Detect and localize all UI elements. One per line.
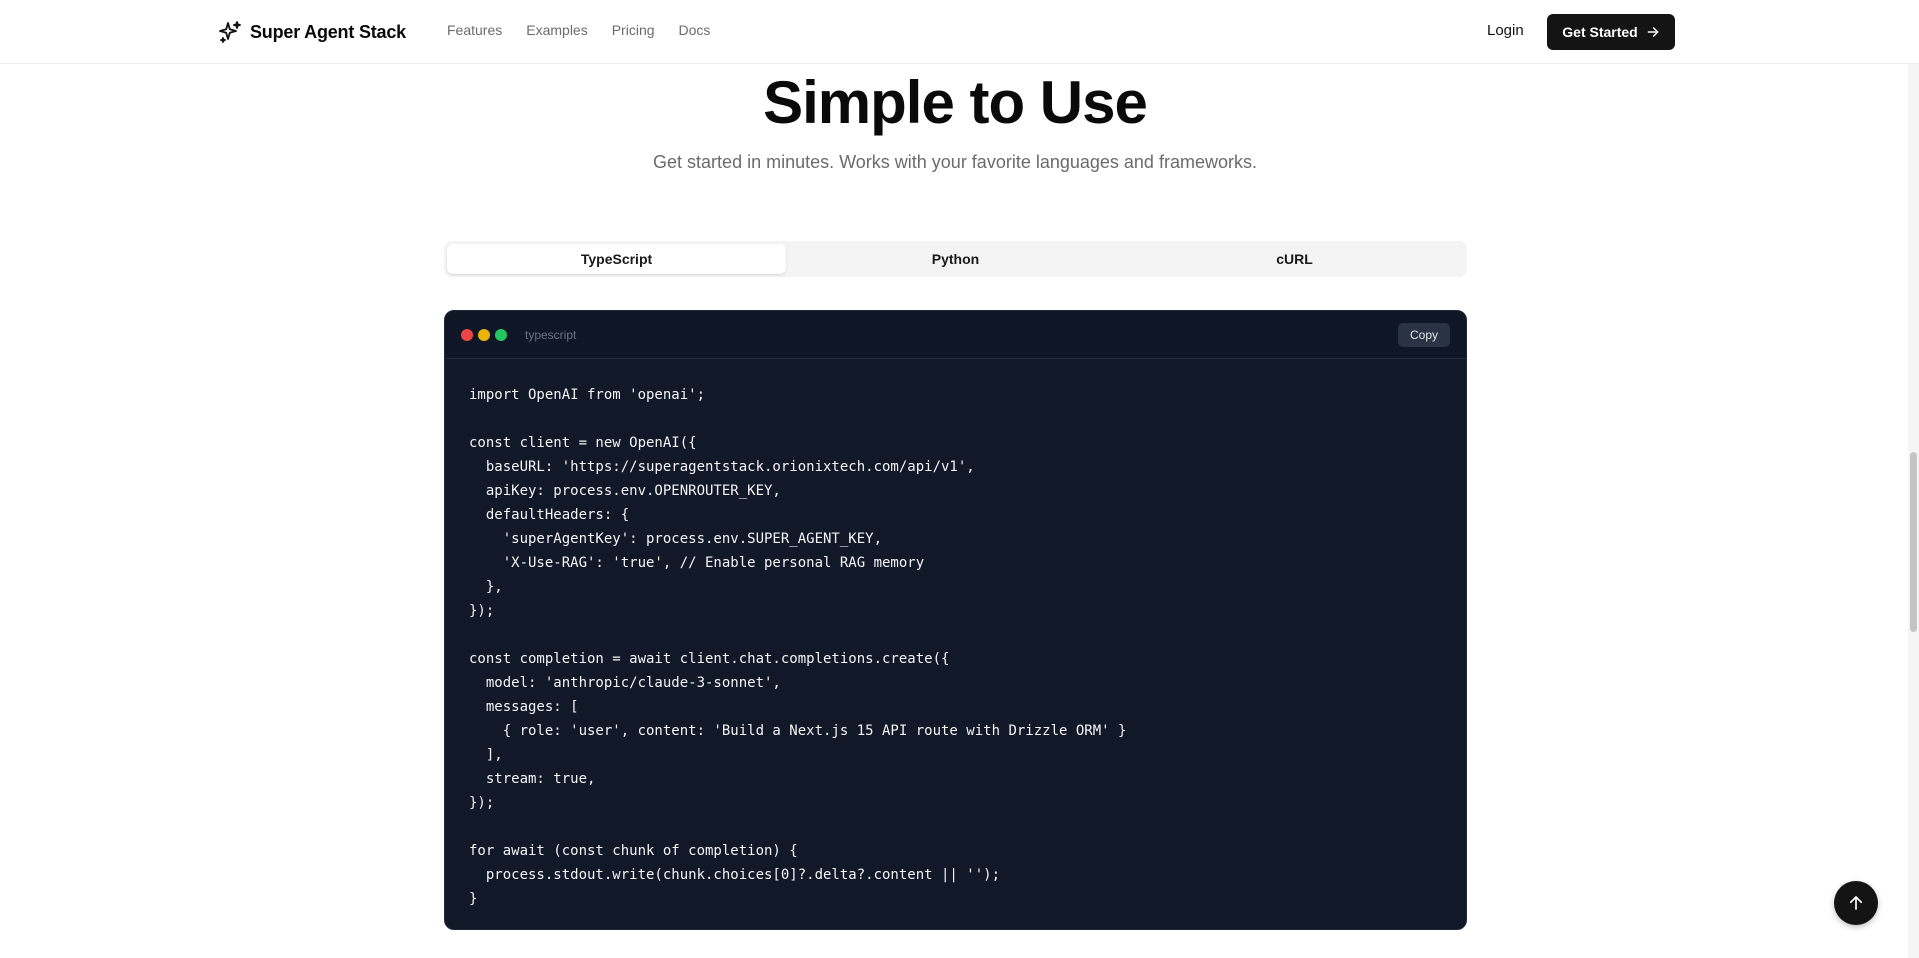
brand-logo[interactable]: Super Agent Stack — [218, 20, 406, 44]
code-line: const client = new OpenAI({ — [469, 435, 697, 451]
window-dot-red — [461, 329, 473, 341]
arrow-right-icon — [1647, 27, 1659, 37]
nav-link-features[interactable]: Features — [447, 22, 502, 38]
code-line: 'superAgentKey': process.env.SUPER_AGENT… — [469, 531, 883, 547]
scrollbar[interactable] — [1908, 0, 1919, 958]
code-language-label: typescript — [525, 328, 577, 342]
tab-typescript[interactable]: TypeScript — [447, 244, 786, 274]
code-header: typescript Copy — [445, 311, 1466, 359]
code-line: 'X-Use-RAG': 'true', // Enable personal … — [469, 555, 925, 571]
code-line: model: 'anthropic/claude-3-sonnet', — [469, 675, 781, 691]
login-link[interactable]: Login — [1487, 22, 1524, 39]
arrow-up-icon — [1849, 896, 1863, 910]
scroll-to-top-button[interactable] — [1834, 881, 1878, 925]
code-line: }); — [469, 795, 495, 811]
get-started-label: Get Started — [1562, 24, 1638, 40]
code-block: import OpenAI from 'openai'; const client… — [445, 359, 1466, 911]
top-nav: Super Agent Stack Features Examples Pric… — [0, 0, 1919, 64]
nav-link-docs[interactable]: Docs — [679, 22, 711, 38]
nav-link-pricing[interactable]: Pricing — [612, 22, 655, 38]
scrollbar-thumb[interactable] — [1910, 452, 1917, 632]
code-line: messages: [ — [469, 699, 579, 715]
get-started-button[interactable]: Get Started — [1547, 14, 1675, 50]
window-dot-yellow — [478, 329, 490, 341]
nav-link-examples[interactable]: Examples — [526, 22, 587, 38]
nav-links: Features Examples Pricing Docs — [447, 22, 710, 38]
language-tabs: TypeScript Python cURL — [444, 241, 1467, 277]
code-panel: typescript Copy import OpenAI from 'open… — [444, 310, 1467, 930]
page-subtitle: Get started in minutes. Works with your … — [653, 152, 1257, 172]
code-line: baseURL: 'https://superagentstack.orioni… — [469, 459, 975, 475]
code-line: stream: true, — [469, 771, 596, 787]
code-line: } — [469, 891, 478, 907]
code-line: { role: 'user', content: 'Build a Next.j… — [469, 723, 1127, 739]
brand-name: Super Agent Stack — [250, 21, 406, 42]
code-line: import OpenAI from 'openai'; — [469, 387, 706, 403]
code-line: ], — [469, 747, 503, 763]
code-line: process.stdout.write(chunk.choices[0]?.d… — [469, 867, 1001, 883]
code-line: }, — [469, 579, 503, 595]
code-line: defaultHeaders: { — [469, 507, 630, 523]
window-dot-green — [495, 329, 507, 341]
tab-curl[interactable]: cURL — [1125, 244, 1464, 274]
copy-button[interactable]: Copy — [1398, 323, 1450, 347]
code-line: apiKey: process.env.OPENROUTER_KEY, — [469, 483, 781, 499]
window-dots — [461, 329, 507, 341]
tab-python[interactable]: Python — [786, 244, 1125, 274]
page-title: Simple to Use — [763, 69, 1148, 136]
code-line: for await (const chunk of completion) { — [469, 843, 798, 859]
code-line: }); — [469, 603, 495, 619]
sparkles-icon — [219, 21, 241, 43]
code-line: const completion = await client.chat.com… — [469, 651, 950, 667]
